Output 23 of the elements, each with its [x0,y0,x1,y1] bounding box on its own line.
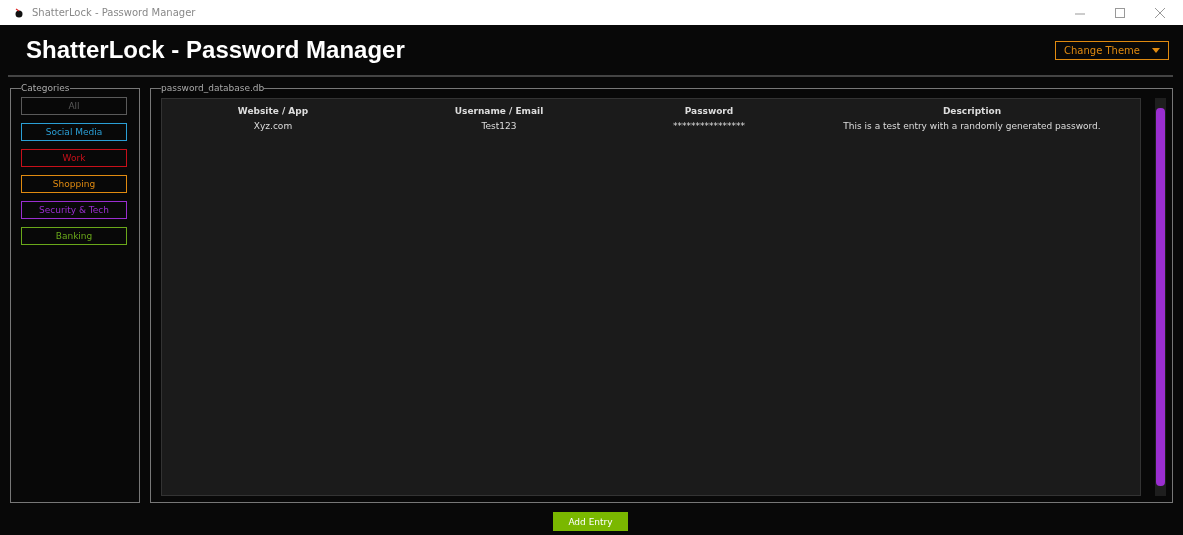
category-button[interactable]: Social Media [21,123,127,141]
category-button[interactable]: Security & Tech [21,201,127,219]
table-cell-text: Test123 [480,120,518,131]
category-button[interactable]: Banking [21,227,127,245]
table-cell-text: **************** [672,120,746,131]
column-header[interactable]: Username / Email [384,105,614,116]
window-title: ShatterLock - Password Manager [32,7,196,18]
table-cell-text: This is a test entry with a randomly generated password. [842,120,1102,131]
category-button[interactable]: Work [21,149,127,167]
column-header[interactable]: Website / App [162,105,384,116]
table-cell-text: Xyz.com [252,120,294,131]
category-button[interactable]: Shopping [21,175,127,193]
theme-dropdown[interactable]: Change Theme [1055,40,1169,60]
caret-icon [1152,47,1160,53]
maximize-icon[interactable] [1115,7,1125,18]
app-title: ShatterLock - Password Manager [26,36,405,64]
app-icon [14,7,24,18]
panel-title: Categories [21,83,70,93]
panel-title: password_database.db [161,83,265,93]
scrollbar[interactable] [1155,98,1166,496]
column-header[interactable]: Password [614,105,804,116]
close-icon[interactable] [1155,7,1165,18]
column-header[interactable]: Description [804,105,1140,116]
